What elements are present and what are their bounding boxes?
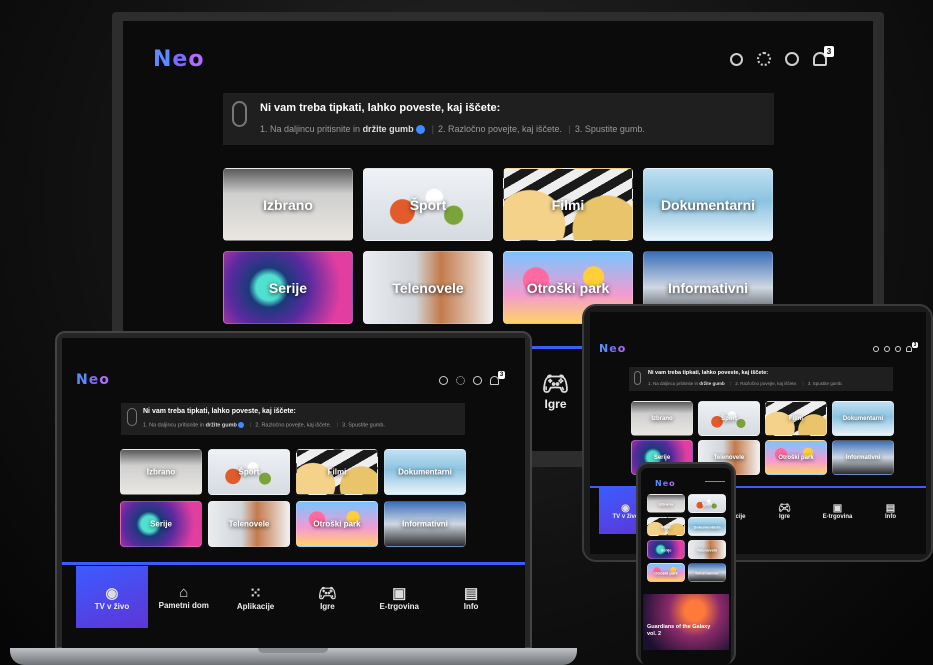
category-tile-informativni[interactable]: Informativni — [832, 440, 894, 475]
header-icons: 3 — [730, 46, 834, 66]
category-tile-otroski-park[interactable]: Otroški park — [296, 501, 378, 547]
notification-badge: 3 — [498, 371, 505, 379]
shop-icon: ▣ — [392, 584, 407, 602]
user-icon[interactable] — [785, 52, 799, 66]
nav-tv-v-zivo[interactable]: ◉ TV v živo — [76, 566, 148, 628]
category-tile-sport[interactable]: Šport — [698, 401, 760, 436]
mic-button-icon — [416, 125, 426, 135]
info-icon: ▤ — [885, 502, 896, 514]
featured-banner[interactable]: Guardians of the Galaxy vol. 2 — [643, 594, 729, 650]
notification-badge: 3 — [912, 342, 918, 348]
nav-info[interactable]: ▤ Info — [864, 488, 917, 534]
laptop-screen: Neo 3 Ni vam treba tipkati, lahko povest… — [62, 338, 525, 649]
category-tile-otroski-park[interactable]: Otroški park — [765, 440, 827, 475]
nav-igre[interactable]: 🎮︎ Igre — [291, 566, 363, 628]
gear-icon[interactable] — [884, 346, 890, 352]
search-icon[interactable] — [439, 376, 448, 385]
gamepad-icon: 🎮︎ — [317, 584, 337, 602]
tv-nav-igre[interactable]: 🎮︎ Igre — [528, 361, 583, 421]
header-icons: 3 — [873, 342, 918, 352]
nav-pametni-dom[interactable]: ⌂Pametni dom — [148, 566, 220, 628]
shop-icon: ▣ — [832, 502, 843, 514]
category-tile-informativni[interactable]: Informativni — [688, 563, 726, 582]
gear-icon[interactable] — [757, 52, 771, 66]
featured-title: Guardians of the Galaxy vol. 2 — [647, 624, 711, 637]
nav-e-trgovina[interactable]: ▣ E-trgovina — [363, 566, 435, 628]
header-icons: 3 — [439, 371, 505, 385]
category-tile-telenovele[interactable]: Telenovele — [363, 251, 493, 324]
gear-icon[interactable] — [456, 376, 465, 385]
category-tile-izbrano[interactable]: Izbrano — [631, 401, 693, 436]
category-tile-dokumentarni[interactable]: Dokumentarni — [384, 449, 466, 495]
category-tile-izbrano[interactable]: Izbrano — [223, 168, 353, 241]
voice-banner-steps: 1. Na daljincu pritisnite in držite gumb… — [648, 381, 843, 386]
search-icon[interactable] — [730, 52, 743, 66]
category-tile-dokumentarni[interactable]: Dokumentarni — [643, 168, 773, 241]
category-tile-serije[interactable]: Serije — [223, 251, 353, 324]
nav-aplikacije[interactable]: ⁙Aplikacije — [220, 566, 292, 628]
microphone-icon — [232, 101, 247, 127]
notification-badge: 3 — [824, 46, 834, 57]
nav-info[interactable]: ▤ Info — [435, 566, 507, 628]
nav-igre[interactable]: 🎮︎ Igre — [758, 488, 811, 534]
mic-button-icon — [238, 422, 245, 428]
bell-icon[interactable]: 3 — [906, 342, 918, 352]
voice-search-banner: Ni vam treba tipkati, lahko poveste, kaj… — [629, 367, 893, 391]
category-tile-telenovele[interactable]: Telenovele — [208, 501, 290, 547]
laptop-bottom-nav: ◉ TV v živo ⌂ Pametni dom ⁙ Aplikacije 🎮︎ Ig… — [76, 566, 507, 628]
voice-banner-title: Ni vam treba tipkati, lahko poveste, kaj… — [260, 102, 501, 114]
category-tile-filmi[interactable]: Filmi — [647, 517, 685, 536]
neo-logo: Neo — [153, 47, 205, 72]
neo-logo: Neo — [76, 372, 110, 388]
category-tile-filmi[interactable]: Filmi — [296, 449, 378, 495]
category-tile-filmi[interactable]: Filmi — [765, 401, 827, 436]
voice-banner-steps: 1. Na daljincu pritisnite in držite gumb… — [260, 124, 645, 135]
laptop-nav-divider — [62, 562, 525, 565]
microphone-icon — [127, 408, 137, 426]
gamepad-icon: 🎮︎ — [778, 502, 791, 514]
user-icon[interactable] — [895, 346, 901, 352]
live-tv-icon: ◉ — [105, 584, 119, 602]
home-icon: ⌂ — [179, 584, 189, 601]
category-tile-dokumentarni[interactable]: Dokumentarni — [832, 401, 894, 436]
category-tile-filmi[interactable]: Filmi — [503, 168, 633, 241]
category-tile-serije[interactable]: Serije — [120, 501, 202, 547]
search-icon[interactable] — [873, 346, 879, 352]
category-tile-telenovele[interactable]: Telenovele — [688, 540, 726, 559]
bell-icon[interactable]: 3 — [490, 371, 505, 385]
category-tile-izbrano[interactable]: Izbrano — [120, 449, 202, 495]
category-tile-otroski-park[interactable]: Otroški park — [647, 563, 685, 582]
neo-logo: Neo — [655, 479, 676, 488]
category-tile-sport[interactable]: Šport — [363, 168, 493, 241]
neo-logo: Neo — [599, 342, 627, 355]
info-icon: ▤ — [463, 584, 479, 602]
apps-icon: ⁙ — [249, 584, 262, 602]
category-tile-dokumentarni[interactable]: Dokumentarni — [688, 517, 726, 536]
bell-icon[interactable]: 3 — [813, 46, 834, 66]
category-tile-serije[interactable]: Serije — [647, 540, 685, 559]
voice-search-banner: Ni vam treba tipkati, lahko poveste, kaj… — [223, 93, 774, 145]
user-icon[interactable] — [473, 376, 482, 385]
category-tile-informativni[interactable]: Informativni — [384, 501, 466, 547]
phone-header-icons — [705, 481, 725, 486]
voice-banner-title: Ni vam treba tipkati, lahko poveste, kaj… — [143, 408, 296, 415]
phone-screen: Neo Izbrano Šport Filmi Dokumentarni Ser… — [641, 468, 731, 665]
voice-search-banner: Ni vam treba tipkati, lahko poveste, kaj… — [121, 403, 465, 435]
category-tile-sport[interactable]: Šport — [688, 494, 726, 513]
live-tv-icon: ◉ — [621, 502, 630, 514]
voice-banner-steps: 1. Na daljincu pritisnite in držite gumb… — [143, 422, 385, 429]
voice-banner-title: Ni vam treba tipkati, lahko poveste, kaj… — [648, 370, 769, 376]
laptop-notch — [258, 648, 328, 653]
category-tile-izbrano[interactable]: Izbrano — [647, 494, 685, 513]
category-tile-sport[interactable]: Šport — [208, 449, 290, 495]
nav-e-trgovina[interactable]: ▣ E-trgovina — [811, 488, 864, 534]
microphone-icon — [634, 371, 641, 385]
gamepad-icon: 🎮︎ — [541, 371, 570, 396]
